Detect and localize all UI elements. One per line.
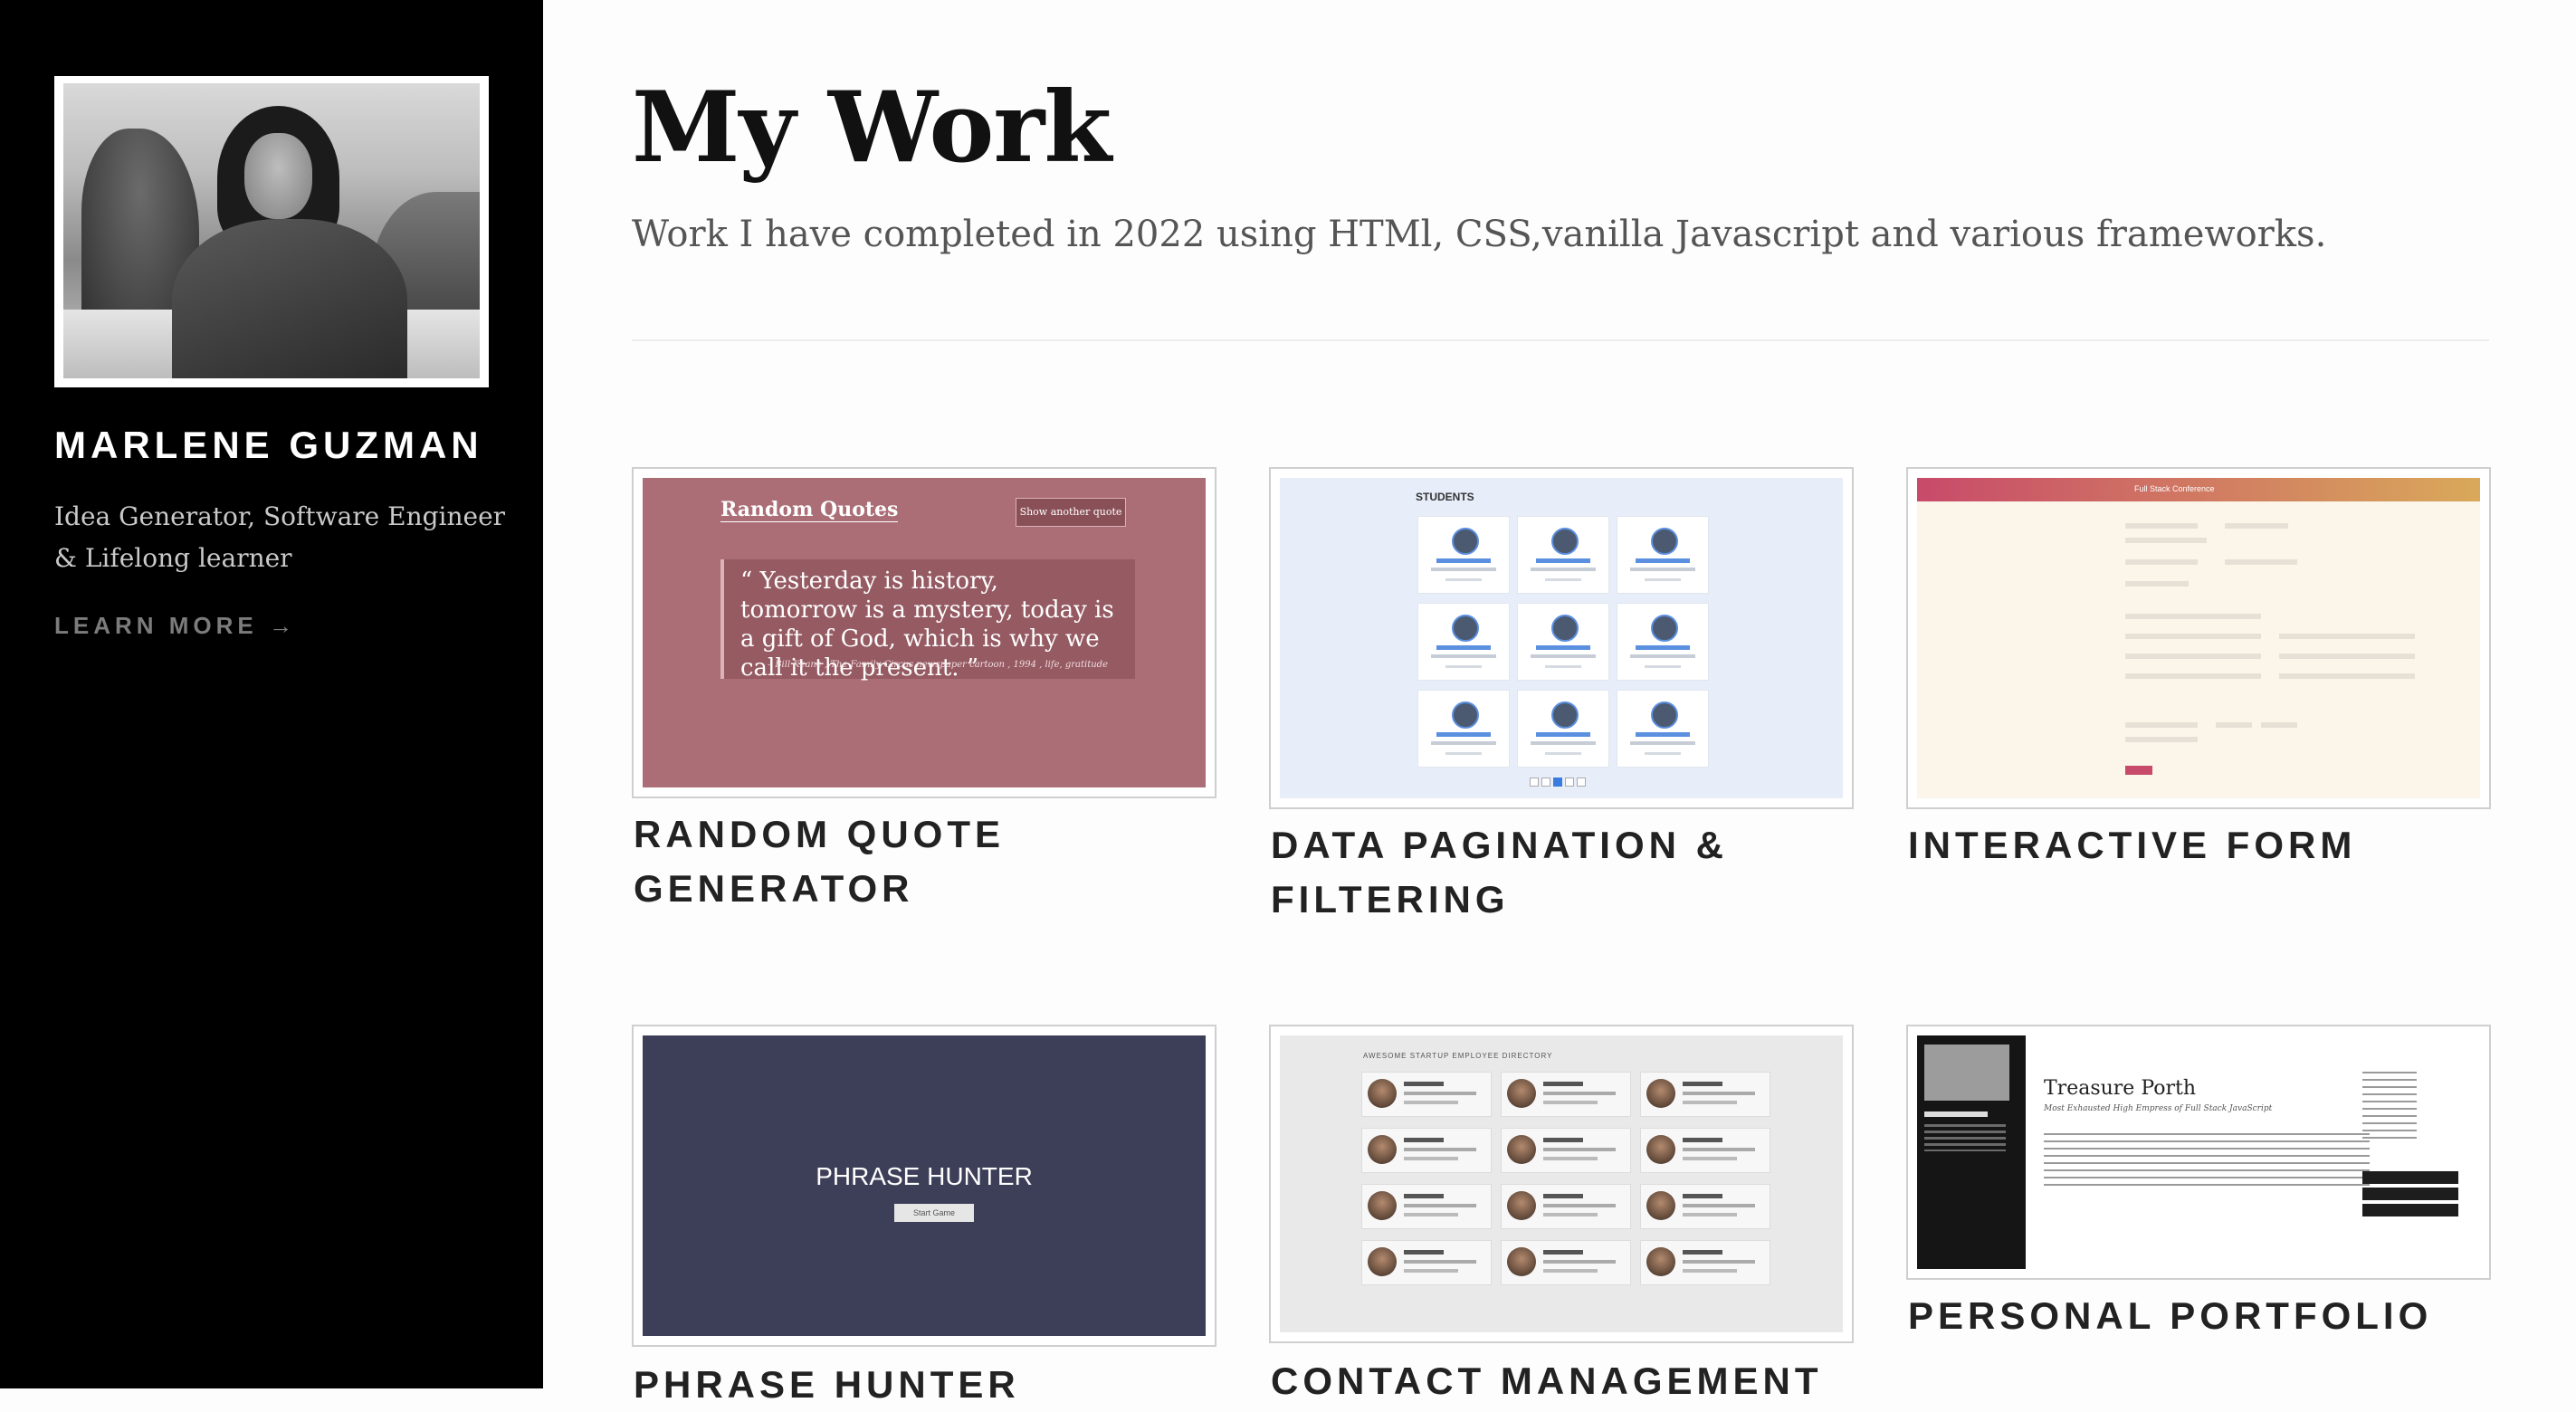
thumb-citation: – Bill Keane , The Family Circus newspap… [768, 660, 1108, 670]
thumb-heading: Full Stack Conference [2134, 484, 2215, 493]
project-thumbnail[interactable]: Treasure Porth Most Exhausted High Empre… [1906, 1025, 2491, 1280]
profile-photo [63, 83, 480, 378]
project-title[interactable]: RANDOM QUOTE GENERATOR [634, 807, 1213, 916]
project-title[interactable]: PERSONAL PORTFOLIO [1908, 1289, 2487, 1343]
project-title[interactable]: PHRASE HUNTER [634, 1358, 1213, 1412]
thumb-heading: Random Quotes [720, 498, 899, 522]
project-thumbnail[interactable]: STUDENTS [1269, 467, 1854, 809]
project-thumbnail[interactable]: PHRASE HUNTER Start Game [632, 1025, 1216, 1347]
project-title[interactable]: DATA PAGINATION & FILTERING [1271, 818, 1850, 927]
thumb-heading: PHRASE HUNTER [816, 1162, 1033, 1190]
thumb-pagination [1530, 773, 1593, 787]
avatar [54, 76, 489, 387]
project-thumbnail[interactable]: Full Stack Conference [1906, 467, 2491, 809]
project-title[interactable]: CONTACT MANAGEMENT [1271, 1354, 1850, 1408]
page-subtitle: Work I have completed in 2022 using HTMl… [632, 214, 2327, 255]
profile-tagline: Idea Generator, Software Engineer & Life… [54, 501, 506, 573]
page-title: My Work [632, 71, 1111, 185]
thumb-heading: Treasure Porth [2044, 1077, 2196, 1100]
divider [632, 339, 2489, 341]
profile-name: MARLENE GUZMAN [54, 424, 483, 466]
project-title[interactable]: INTERACTIVE FORM [1908, 818, 2487, 873]
learn-more-link[interactable]: LEARN MORE → [54, 612, 297, 640]
project-thumbnail[interactable]: AWESOME STARTUP EMPLOYEE DIRECTORY [1269, 1025, 1854, 1343]
thumb-button: Start Game [894, 1204, 974, 1222]
thumb-button: Show another quote [1016, 498, 1126, 527]
thumb-heading: AWESOME STARTUP EMPLOYEE DIRECTORY [1363, 1052, 1553, 1060]
thumb-subheading: Most Exhausted High Empress of Full Stac… [2044, 1104, 2273, 1113]
thumb-heading: STUDENTS [1416, 491, 1474, 503]
thumb-quote-box: “ Yesterday is history, tomorrow is a my… [720, 559, 1135, 682]
project-thumbnail[interactable]: Random Quotes Show another quote “ Yeste… [632, 467, 1216, 798]
sidebar: MARLENE GUZMAN Idea Generator, Software … [0, 0, 543, 1388]
